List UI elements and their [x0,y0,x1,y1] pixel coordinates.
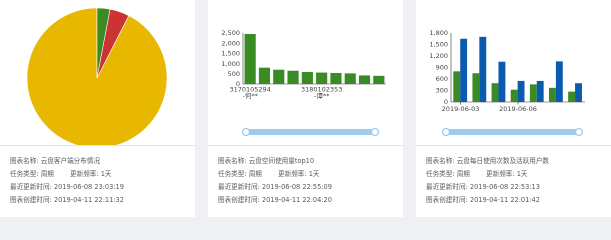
bar [460,38,468,102]
zoom-slider-handle-right [370,127,380,137]
zoom-slider-track [446,129,579,135]
pie-chart [0,0,195,145]
last-update-label: 最近更新时间: [218,183,260,191]
frequency-label: 更新频率: [486,170,515,178]
bar [330,72,342,84]
y-tick-label: 1,500 [221,50,240,58]
bar [316,72,328,84]
bar [517,80,525,102]
chart-name-row: 图表名称: 云盘空间使用量top10 [218,157,314,166]
bar [244,34,256,84]
y-tick-label: 600 [436,75,448,83]
x-tick-label: 2019-06-03 [442,105,480,113]
frequency-value: 1天 [308,170,320,178]
chart-name-label: 图表名称: [218,157,247,165]
created-label: 图表创建时间: [10,196,52,204]
y-tick-label: 500 [228,70,240,78]
zoom-slider-track [246,129,375,135]
zoom-slider-handle-left [441,127,451,137]
x-tick-label: -谭** [314,91,330,100]
x-tick-label: -何** [242,91,258,100]
chart-name-value: 云盘空间使用量top10 [248,157,315,165]
bar [575,83,582,102]
bar [358,75,371,84]
chart-name-label: 图表名称: [10,157,39,165]
zoom-slider-handle-right [574,127,584,137]
frequency-value: 1天 [516,170,528,178]
bar [529,84,537,102]
chart-meta: 图表名称: 云盘空间使用量top10 任务类型: 周期 更新频率: 1天 最近更… [208,145,403,218]
last-update-label: 最近更新时间: [10,183,52,191]
bar [301,71,313,84]
created-row: 图表创建时间: 2019-04-11 22:11:32 [10,196,124,205]
y-tick-label: 1,000 [221,60,240,68]
bar [498,61,506,102]
last-update-row: 最近更新时间: 2019-06-08 23:03:19 [10,183,124,192]
created-value: 2019-04-11 22:04:20 [261,196,332,204]
chart-meta: 图表名称: 云盘客户端分布情况 任务类型: 周期 更新频率: 1天 最近更新时间… [0,145,195,218]
frequency-label: 更新频率: [70,170,99,178]
bar [568,91,576,102]
frequency-value: 1天 [100,170,112,178]
last-update-value: 2019-06-08 23:03:19 [53,183,124,191]
created-label: 图表创建时间: [218,196,260,204]
bar [491,83,499,102]
created-value: 2019-04-11 22:11:32 [53,196,124,204]
bar [472,73,480,102]
created-row: 图表创建时间: 2019-04-11 22:04:20 [218,196,332,205]
bar [549,87,556,102]
created-label: 图表创建时间: [426,196,468,204]
chart-meta: 图表名称: 云盘每日使用次数及活跃用户数 任务类型: 周期 更新频率: 1天 最… [416,145,611,218]
chart-card-space-usage-top10[interactable]: 0 500 1,000 1,500 2,000 2,500 3170105294 -何** 31… [208,0,403,217]
bar [510,89,518,102]
y-tick-label: 900 [436,64,448,72]
last-update-row: 最近更新时间: 2019-06-08 22:55:09 [218,183,332,192]
chart-name-row: 图表名称: 云盘每日使用次数及活跃用户数 [426,157,549,166]
task-type-row: 任务类型: 周期 更新频率: 1天 [218,170,320,179]
bar [453,71,461,102]
frequency-label: 更新频率: [278,170,307,178]
chart-card-client-distribution[interactable]: 图表名称: 云盘客户端分布情况 任务类型: 周期 更新频率: 1天 最近更新时间… [0,0,195,217]
created-value: 2019-04-11 22:01:42 [469,196,540,204]
y-tick-label: 1,500 [429,41,448,49]
task-type-label: 任务类型: [218,170,247,178]
y-tick-label: 2,500 [221,29,240,37]
last-update-value: 2019-06-08 22:55:09 [261,183,332,191]
task-type-value: 周期 [248,170,262,178]
y-tick-label: 2,000 [221,39,240,47]
bar-chart: 0 500 1,000 1,500 2,000 2,500 3170105294 -何** 31… [208,0,403,145]
chart-name-label: 图表名称: [426,157,455,165]
last-update-label: 最近更新时间: [426,183,468,191]
grouped-bar-chart: 0 300 600 900 1,200 1,500 1,800 2019-06-03 2019-… [416,0,611,145]
created-row: 图表创建时间: 2019-04-11 22:01:42 [426,196,540,205]
bar [344,73,356,84]
grouped-bar-chart-svg: 03006009001,2001,5001,8002019-06-03 2019-… [429,29,585,137]
y-tick-label: 1,200 [429,52,448,60]
bar [273,69,285,84]
chart-name-row: 图表名称: 云盘客户端分布情况 [10,157,100,166]
task-type-row: 任务类型: 周期 更新频率: 1天 [10,170,112,179]
y-tick-label: 300 [436,87,448,95]
bar [536,80,544,102]
x-tick-label: 2019-06-06 [499,105,537,113]
bar [287,70,299,84]
zoom-slider-handle-left [241,127,251,137]
chart-name-value: 云盘每日使用次数及活跃用户数 [456,157,550,165]
task-type-value: 周期 [40,170,54,178]
last-update-row: 最近更新时间: 2019-06-08 22:53:13 [426,183,540,192]
chart-name-value: 云盘客户端分布情况 [40,157,101,165]
task-type-row: 任务类型: 周期 更新频率: 1天 [426,170,528,179]
bar [555,61,563,102]
bar [479,36,487,102]
task-type-label: 任务类型: [426,170,455,178]
pie-chart-svg [26,7,168,145]
task-type-label: 任务类型: [10,170,39,178]
chart-card-daily-usage[interactable]: 0 300 600 900 1,200 1,500 1,800 2019-06-03 2019-… [416,0,611,217]
task-type-value: 周期 [456,170,470,178]
last-update-value: 2019-06-08 22:53:13 [469,183,540,191]
bar-chart-svg: 05001,0001,5002,0002,5003170105294-何**31… [221,29,386,137]
bar [258,67,271,84]
y-tick-label: 1,800 [429,29,448,37]
bar [373,75,385,84]
